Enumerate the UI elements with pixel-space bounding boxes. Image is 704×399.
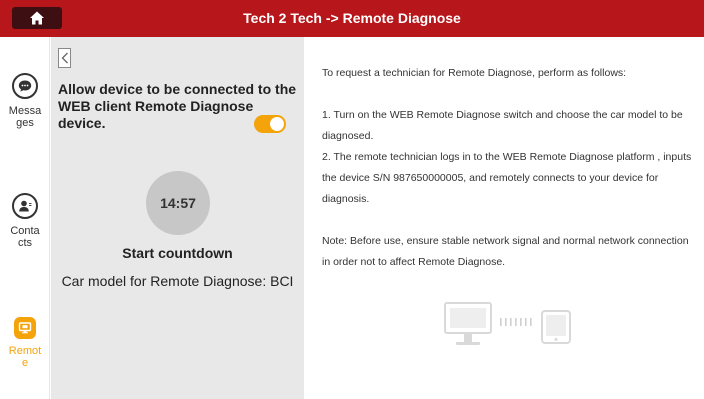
car-model-label: Car model for Remote Diagnose: BCI (61, 273, 294, 289)
chat-icon (12, 73, 38, 99)
instructions-step-2: 2. The remote technician logs in to the … (322, 151, 692, 205)
countdown-timer: 14:57 (146, 171, 210, 235)
remote-diagnose-toggle[interactable] (254, 115, 286, 133)
sidebar-item-label: Remot e (8, 345, 42, 369)
instructions-panel: To request a technician for Remote Diagn… (304, 37, 704, 399)
computer-to-tablet-connection-icon (444, 302, 571, 345)
remote-diagnose-panel: Allow device to be connected to the WEB … (51, 37, 304, 399)
instructions-note: Note: Before use, ensure stable network … (322, 235, 689, 268)
instructions-step-1: 1. Turn on the WEB Remote Diagnose switc… (322, 109, 683, 142)
title-bar: Tech 2 Tech -> Remote Diagnose (0, 0, 704, 37)
remote-icon (14, 317, 36, 339)
start-countdown-label: Start countdown (122, 245, 233, 261)
page-title: Tech 2 Tech -> Remote Diagnose (243, 10, 461, 26)
sidebar-item-label: Messa ges (8, 105, 42, 129)
sidebar: Messa ges Conta cts Remot e (0, 37, 50, 399)
sidebar-item-label: Conta cts (10, 225, 40, 249)
back-button[interactable] (58, 48, 71, 68)
chevron-left-icon (61, 52, 68, 64)
sidebar-item-messages[interactable]: Messa ges (0, 73, 50, 129)
contact-icon (12, 193, 38, 219)
instructions-intro: To request a technician for Remote Diagn… (322, 67, 627, 79)
toggle-knob (270, 117, 284, 131)
sidebar-item-remote[interactable]: Remot e (0, 317, 50, 369)
sidebar-item-contacts[interactable]: Conta cts (0, 193, 50, 249)
